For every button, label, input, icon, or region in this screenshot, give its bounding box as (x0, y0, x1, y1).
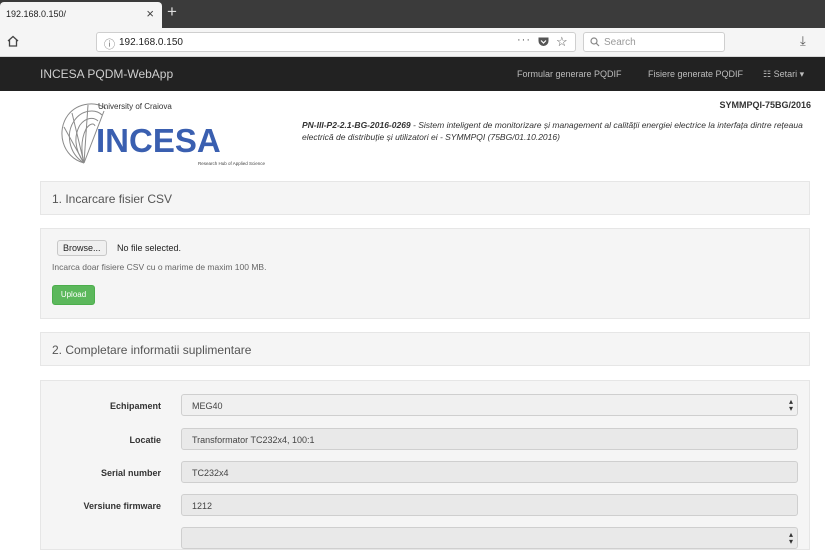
nav-fisiere-pqdif[interactable]: Fisiere generate PQDIF (648, 69, 743, 79)
logo-tagline-text: Research Hub of Applied Science (198, 161, 266, 166)
locatie-value: Transformator TC232x4, 100:1 (192, 435, 315, 445)
search-icon (590, 37, 600, 47)
serial-number-input[interactable]: TC232x4 (181, 461, 798, 483)
home-icon[interactable] (6, 34, 20, 48)
download-icon[interactable]: ⤓ (800, 33, 806, 49)
incesa-logo: University of Craiova INCESA Research Hu… (61, 102, 266, 166)
echipament-select[interactable]: MEG40 ▴ ▾ (181, 394, 798, 416)
select-arrows-icon: ▴ ▾ (788, 530, 793, 546)
echipament-value: MEG40 (192, 401, 223, 411)
partial-select-field[interactable]: ▴ ▾ (181, 527, 798, 549)
logo-name-text: INCESA (96, 122, 221, 159)
project-code: SYMMPQI-75BG/2016 (719, 100, 811, 110)
url-bar[interactable]: ⓘ 192.168.0.150 ··· ☆ (96, 32, 576, 52)
pocket-icon[interactable] (537, 36, 550, 48)
new-tab-icon[interactable]: + (167, 2, 177, 22)
section-title: 2. Completare informatii suplimentare (52, 343, 252, 357)
nav-setari-dropdown[interactable]: ☷ Setari ▾ (763, 69, 804, 80)
locatie-label: Locatie (129, 435, 161, 445)
project-description: PN-III-P2-2.1-BG-2016-0269 - Sistem inte… (302, 119, 812, 143)
logo-university-text: University of Craiova (98, 102, 172, 111)
info-icon[interactable]: ⓘ (104, 36, 115, 52)
select-arrows-icon: ▴ ▾ (788, 397, 793, 413)
section-extra-info-header: 2. Completare informatii suplimentare (40, 332, 810, 366)
echipament-label: Echipament (109, 401, 161, 411)
nav-formular-pqdif[interactable]: Formular generare PQDIF (517, 69, 622, 79)
serial-number-value: TC232x4 (192, 468, 229, 478)
versiune-firmware-value: 1212 (192, 501, 213, 511)
upload-help-text: Incarca doar fisiere CSV cu o marime de … (52, 262, 267, 272)
section-title: 1. Incarcare fisier CSV (52, 192, 173, 206)
browser-nav-bar: ⓘ 192.168.0.150 ··· ☆ Search ⤓ (0, 28, 825, 57)
versiune-firmware-label: Versiune firmware (83, 501, 161, 511)
url-text[interactable]: 192.168.0.150 (119, 37, 183, 48)
browser-search-box[interactable]: Search (583, 32, 725, 52)
app-navbar: INCESA PQDM-WebApp Formular generare PQD… (0, 57, 825, 91)
extra-info-form: Echipament MEG40 ▴ ▾ Locatie Transformato… (40, 380, 810, 550)
section-csv-upload-header: 1. Incarcare fisier CSV (40, 181, 810, 215)
browser-tab[interactable]: 192.168.0.150/ × (0, 2, 162, 28)
tab-title: 192.168.0.150/ (6, 9, 67, 19)
locatie-input[interactable]: Transformator TC232x4, 100:1 (181, 428, 798, 450)
browser-tab-bar: 192.168.0.150/ × + (0, 0, 825, 28)
bookmark-star-icon[interactable]: ☆ (556, 34, 568, 50)
project-id: PN-III-P2-2.1-BG-2016-0269 (302, 120, 411, 130)
close-tab-icon[interactable]: × (146, 6, 154, 21)
upload-button[interactable]: Upload (52, 285, 95, 305)
versiune-firmware-input[interactable]: 1212 (181, 494, 798, 516)
serial-number-label: Serial number (100, 468, 161, 478)
upload-panel: Browse... No file selected. Incarca doar… (40, 228, 810, 319)
page-actions-icon[interactable]: ··· (517, 34, 531, 46)
app-brand[interactable]: INCESA PQDM-WebApp (40, 67, 173, 81)
search-placeholder: Search (604, 37, 636, 48)
browse-button[interactable]: Browse... (57, 240, 107, 256)
file-status-text: No file selected. (117, 243, 182, 253)
